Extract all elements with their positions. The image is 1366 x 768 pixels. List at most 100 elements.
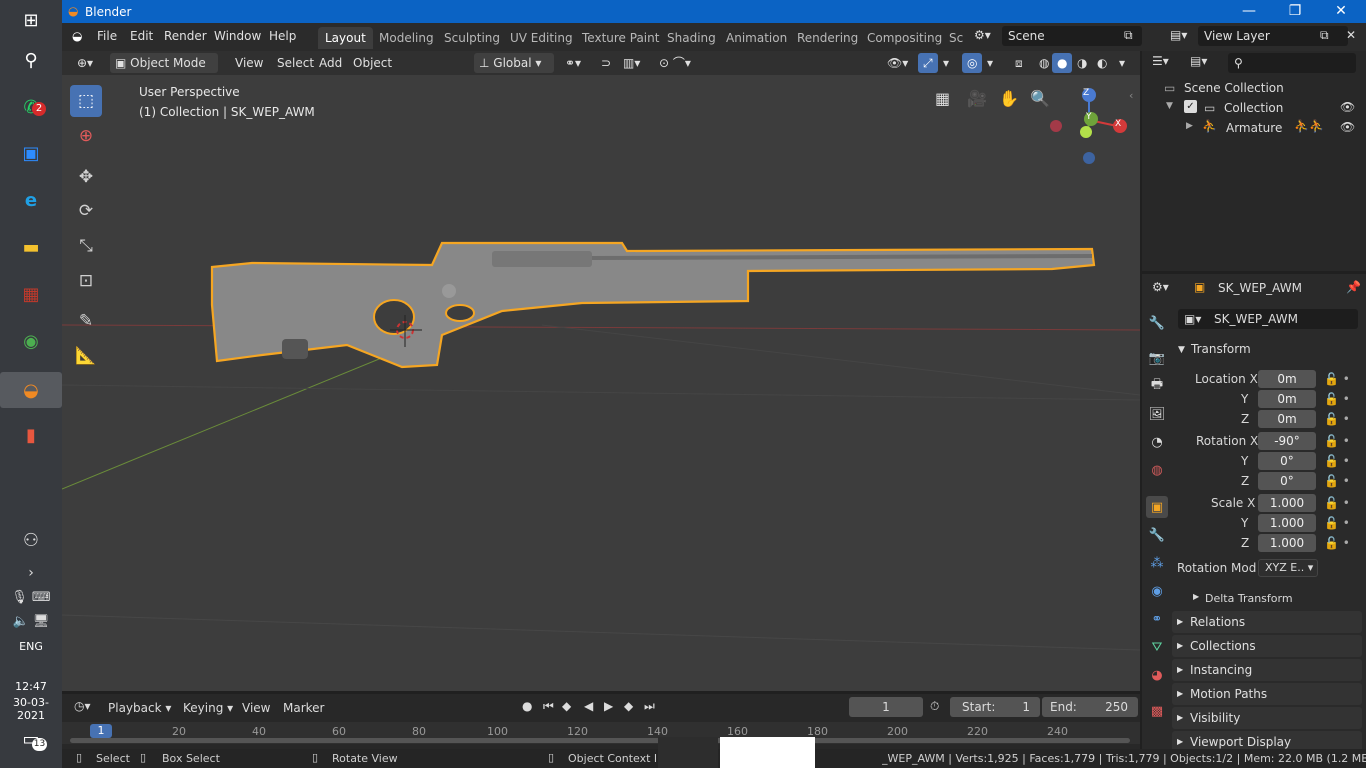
select-box-tool[interactable]: ⬚ [70,85,102,117]
outliner-search-input[interactable]: ⚲ [1228,53,1356,73]
properties-editor-icon[interactable]: ⚙▾ [1152,280,1169,294]
pin-icon[interactable]: 📌 [1346,280,1361,294]
panel-motion-paths[interactable]: ▶ Motion Paths [1172,683,1362,705]
play-icon[interactable]: ▶ [604,699,613,713]
rotation-y-field[interactable]: 0° [1258,452,1316,470]
tab-rendering[interactable]: Rendering [790,27,865,49]
end-frame-field[interactable]: End: 250 [1042,697,1138,717]
collection-label[interactable]: Collection [1224,101,1283,115]
menu-window[interactable]: Window [214,29,261,43]
office-icon[interactable]: ▮ [12,420,50,450]
blender-taskbar-icon[interactable]: ◒ [0,372,62,408]
tab-texture-paint[interactable]: Texture Paint [575,27,666,49]
whatsapp-icon[interactable]: ✆ 2 [12,92,50,122]
lock-location-x-icon[interactable]: 🔓 • [1324,372,1350,386]
visibility-icon[interactable]: 👁▾ [882,53,913,73]
next-keyframe-icon[interactable]: ◆ [624,699,633,713]
rotation-mode-select[interactable]: XYZ E.. ▾ [1258,559,1318,577]
editor-type-icon[interactable]: ⊕▾ [72,53,98,73]
start-icon[interactable]: ⊞ [12,5,50,35]
tab-render-icon[interactable]: 📷 [1146,347,1168,369]
maximize-button[interactable]: ❐ [1272,0,1318,23]
move-tool[interactable]: ✥ [70,161,102,193]
tab-shading[interactable]: Shading [660,27,723,49]
tab-layout[interactable]: Layout [318,27,373,49]
transform-panel-title[interactable]: Transform [1191,342,1251,356]
gizmo-x-label[interactable]: X [1115,119,1121,129]
scale-tool[interactable]: ⤡ [70,230,102,262]
sidebar-toggle-icon[interactable]: ‹ [1129,89,1133,102]
tab-tool-icon[interactable]: 🔧 [1146,312,1168,334]
collapse-arrow-icon[interactable]: ▼ [1166,101,1173,111]
scene-selector-icon[interactable]: ⚙▾ [974,28,991,42]
timeline-menu-keying[interactable]: Keying ▾ [183,701,233,715]
cursor-tool[interactable]: ⊕ [70,120,102,152]
solid-shading-icon[interactable]: ● [1052,53,1073,73]
language-indicator[interactable]: ENG [0,640,62,653]
close-button[interactable]: ✕ [1318,0,1364,23]
current-frame-field[interactable]: 1 [849,697,923,717]
remove-view-layer-icon[interactable]: ✕ [1346,28,1356,42]
mode-selector[interactable]: ▣ Object Mode ▾ [110,53,218,90]
timeline-menu-playback[interactable]: Playback ▾ [108,701,171,715]
minimize-button[interactable]: — [1226,0,1272,23]
lock-scale-y-icon[interactable]: 🔓 • [1324,516,1350,530]
armature-visibility-icon[interactable]: 👁 [1340,120,1355,134]
prev-keyframe-icon[interactable]: ◆ [562,699,571,713]
file-explorer-icon[interactable]: ▬ [12,232,50,262]
new-scene-icon[interactable]: ⧉ [1124,28,1133,43]
outliner-editor-icon[interactable]: ☰▾ [1152,54,1169,68]
clock-date[interactable]: 30-03-2021 [0,696,62,722]
viewport-menu-select[interactable]: Select [272,53,319,73]
tab-modeling[interactable]: Modeling [372,27,441,49]
xray-icon[interactable]: ⧈ [1010,53,1028,73]
tab-texture-icon[interactable]: ▩ [1146,700,1168,722]
preview-range-icon[interactable]: ⏱ [930,699,939,714]
tab-constraints-icon[interactable]: ⚭ [1146,608,1168,630]
rotation-z-field[interactable]: 0° [1258,472,1316,490]
location-y-field[interactable]: 0m [1258,390,1316,408]
timeline-menu-view[interactable]: View [242,701,270,715]
tab-output-icon[interactable]: 🖶 [1146,375,1168,397]
menu-edit[interactable]: Edit [130,29,153,43]
tab-animation[interactable]: Animation [719,27,794,49]
record-icon[interactable]: ● [522,699,532,713]
material-shading-icon[interactable]: ◑ [1072,53,1092,73]
overlay-dropdown-icon[interactable]: ▾ [982,53,998,73]
tray-icons-row2[interactable]: 🔈 🖥 [6,606,56,636]
timeline-menu-marker[interactable]: Marker [283,701,324,715]
blender-menu-icon[interactable]: ◒ [72,29,82,43]
rotation-x-field[interactable]: -90° [1258,432,1316,450]
tab-uv-editing[interactable]: UV Editing [503,27,580,49]
jump-start-icon[interactable]: ⏮ [543,699,554,714]
pivot-icon[interactable]: ⚭▾ [560,53,586,73]
panel-collections[interactable]: ▶ Collections [1172,635,1362,657]
3d-viewport[interactable]: Z Y X User Perspective (1) Collection | … [62,75,1140,691]
lock-scale-z-icon[interactable]: 🔓 • [1324,536,1350,550]
viewport-menu-view[interactable]: View [230,53,268,73]
viewport-menu-object[interactable]: Object [348,53,397,73]
object-name-field[interactable]: ▣▾ SK_WEP_AWM [1178,309,1358,329]
proportional-edit-icon[interactable]: ⊙ ⌒▾ [654,53,696,73]
scale-x-field[interactable]: 1.000 [1258,494,1316,512]
collection-visibility-icon[interactable]: 👁 [1340,100,1355,114]
scale-y-field[interactable]: 1.000 [1258,514,1316,532]
transform-tool[interactable]: ⊡ [70,265,102,297]
tab-modifiers-icon[interactable]: 🔧 [1146,524,1168,546]
timeline-editor-icon[interactable]: ◷▾ [74,699,91,713]
menu-help[interactable]: Help [269,29,296,43]
location-z-field[interactable]: 0m [1258,410,1316,428]
tab-particles-icon[interactable]: ⁂ [1146,552,1168,574]
gizmo-toggle-icon[interactable]: ⤢ [918,53,938,73]
display-mode-icon[interactable]: ▤▾ [1190,54,1207,68]
scene-collection-label[interactable]: Scene Collection [1184,81,1284,95]
new-view-layer-icon[interactable]: ⧉ [1320,28,1329,43]
location-x-field[interactable]: 0m [1258,370,1316,388]
zoom-view-icon[interactable]: 🔍 [1030,89,1050,108]
timeline-scrollbar[interactable] [70,738,1130,743]
timeline-ruler[interactable]: 1 20 40 60 80 100 120 140 160 180 200 22… [62,722,1140,744]
panel-visibility[interactable]: ▶ Visibility [1172,707,1362,729]
delta-transform-subpanel[interactable]: Delta Transform [1205,592,1293,605]
lock-location-y-icon[interactable]: 🔓 • [1324,392,1350,406]
panel-instancing[interactable]: ▶ Instancing [1172,659,1362,681]
